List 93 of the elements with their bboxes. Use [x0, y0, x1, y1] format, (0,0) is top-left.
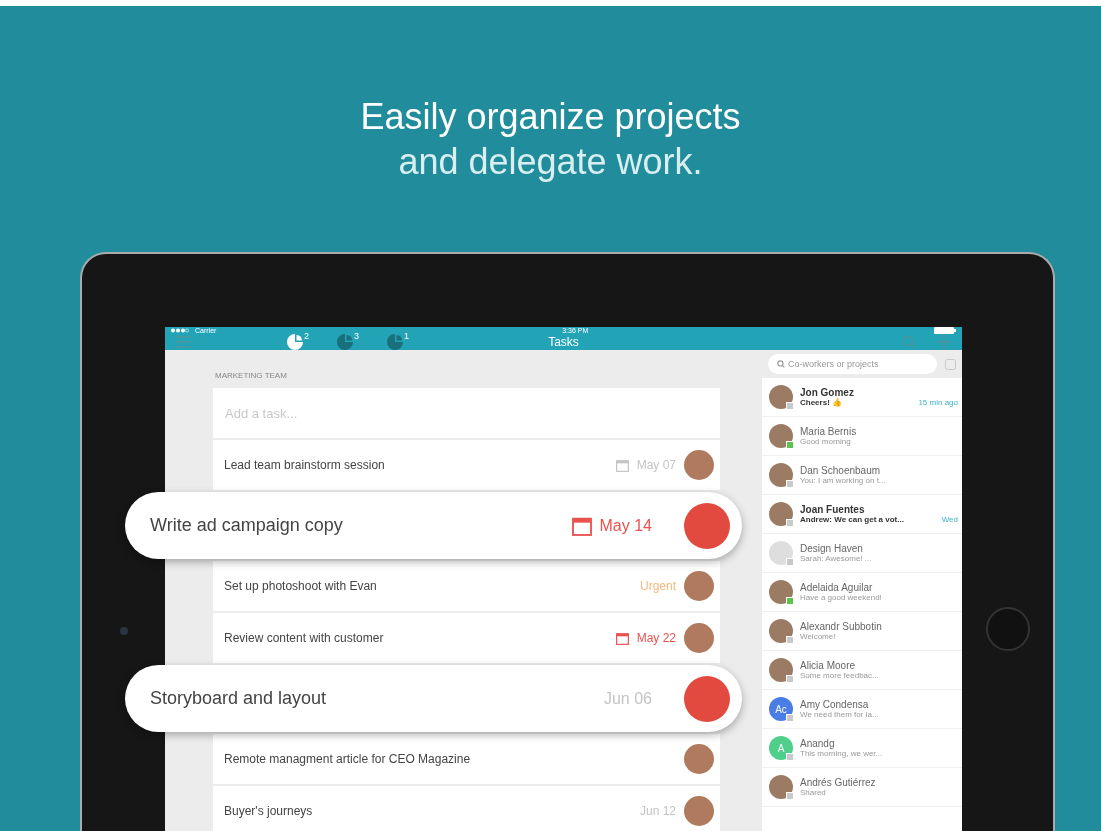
pie-chart-icon: [387, 334, 404, 350]
message-preview: This morning, we wer...: [800, 749, 883, 758]
avatar-photo: [684, 571, 714, 601]
message-time: Wed: [941, 515, 958, 524]
contact-name: Amy Condensa: [800, 699, 870, 710]
calendar-icon: [615, 631, 629, 645]
avatar-photo: [769, 463, 793, 487]
contact-name: Andrés Gutiérrez: [800, 777, 877, 788]
task-title: Review content with customer: [224, 631, 384, 645]
chat-item[interactable]: Maria Bernis Good morning: [762, 417, 962, 456]
avatar: A: [769, 736, 793, 760]
battery-icon: [934, 327, 956, 334]
message-preview: Sarah: Awesome! ...: [800, 554, 872, 563]
due-date: Jun 12: [639, 804, 676, 818]
message-preview: Welcome!: [800, 632, 836, 641]
tab-count: 1: [404, 331, 410, 341]
chat-item[interactable]: Andrés Gutiérrez Shared: [762, 768, 962, 807]
chat-item[interactable]: Design Haven Sarah: Awesome! ...: [762, 534, 962, 573]
avatar-photo: [684, 796, 714, 826]
due-date: May 07: [636, 458, 676, 472]
due-date: May 14: [599, 516, 652, 535]
task-title: Storyboard and layout: [150, 688, 327, 709]
add-icon[interactable]: [936, 334, 952, 350]
avatar: Ac: [769, 697, 793, 721]
tab-count: 3: [354, 331, 360, 341]
message-preview: We need them for la...: [800, 710, 879, 719]
chat-item[interactable]: Alexandr Subbotin Welcome!: [762, 612, 962, 651]
pie-chart-icon: [287, 334, 303, 350]
contact-name: Adelaida Aguilar: [800, 582, 874, 593]
due-date: May 22: [636, 631, 676, 645]
task-row[interactable]: Review content with customer May 22: [213, 613, 720, 663]
message-preview: Have a good weekend!: [800, 593, 882, 602]
chat-item[interactable]: Ac Amy Condensa We need them for la...: [762, 690, 962, 729]
screen-title: Tasks: [547, 335, 580, 349]
task-title: Lead team brainstorm session: [224, 458, 385, 472]
filter-icon[interactable]: [945, 358, 956, 370]
highlighted-task-card[interactable]: Write ad campaign copy May 14: [125, 492, 742, 559]
chat-item[interactable]: Adelaida Aguilar Have a good weekend!: [762, 573, 962, 612]
task-row[interactable]: Buyer's journeys Jun 12: [213, 786, 720, 831]
task-title: Write ad campaign copy: [150, 515, 343, 536]
chat-item[interactable]: A Anandg This morning, we wer...: [762, 729, 962, 768]
contact-name: Jon Gomez: [800, 387, 855, 398]
avatar-photo: [769, 619, 793, 643]
contact-name: Maria Bernis: [800, 426, 858, 437]
search-icon: [777, 360, 785, 368]
message-preview: Some more feedbac...: [800, 671, 879, 680]
task-title: Set up photoshoot with Evan: [224, 579, 377, 593]
chat-item[interactable]: Jon Gomez Cheers! 👍 15 min ago: [762, 378, 962, 417]
section-label: MARKETING TEAM: [215, 371, 288, 380]
task-row[interactable]: Lead team brainstorm session May 07: [213, 440, 720, 490]
contact-name: Joan Fuentes: [800, 504, 866, 515]
camera-icon: [119, 627, 128, 635]
message-time: 15 min ago: [918, 398, 958, 407]
avatar-photo: [769, 424, 793, 448]
chat-item[interactable]: Joan Fuentes Andrew: We can get a vot... Wed: [762, 495, 962, 534]
message-preview: Shared: [800, 788, 826, 797]
chat-item[interactable]: Alicia Moore Some more feedbac...: [762, 651, 962, 690]
due-date: Jun 06: [603, 689, 652, 708]
task-title: Buyer's journeys: [224, 804, 313, 818]
avatar-photo: [769, 385, 793, 409]
task-title: Remote managment article for CEO Magazine: [224, 752, 471, 766]
contact-name: Anandg: [800, 738, 836, 749]
pie-chart-icon: [337, 334, 353, 350]
headline: Easily organize projects: [360, 96, 741, 138]
subheadline: and delegate work.: [398, 140, 703, 184]
avatar-photo: [684, 502, 730, 549]
avatar-photo: [684, 744, 714, 774]
tab-count: 2: [304, 331, 309, 341]
contact-name: Alexandr Subbotin: [800, 621, 883, 632]
contact-name: Design Haven: [800, 543, 864, 554]
contact-name: Alicia Moore: [800, 660, 857, 671]
contact-name: Dan Schoenbaum: [800, 465, 882, 476]
avatar-photo: [769, 658, 793, 682]
highlighted-task-card[interactable]: Storyboard and layout Jun 06: [125, 665, 742, 732]
search-icon[interactable]: [902, 335, 916, 349]
avatar-photo: [769, 502, 793, 526]
priority-label: Urgent: [639, 579, 676, 593]
calendar-icon: [615, 458, 629, 472]
avatar-photo: [684, 450, 714, 480]
menu-icon[interactable]: [175, 336, 191, 348]
avatar-photo: [684, 675, 730, 722]
avatar-photo: [769, 580, 793, 604]
signal-icon: [171, 328, 189, 333]
task-row[interactable]: Set up photoshoot with Evan Urgent: [213, 561, 720, 611]
message-preview: Good morning: [800, 437, 851, 446]
search-field[interactable]: Co-workers or projects: [768, 354, 937, 374]
avatar-photo: [769, 775, 793, 799]
calendar-icon: [571, 515, 592, 536]
message-preview: Cheers! 👍: [800, 398, 842, 407]
message-preview: Andrew: We can get a vot...: [800, 515, 904, 524]
home-button[interactable]: [985, 607, 1030, 651]
avatar-photo: [684, 623, 714, 653]
task-row[interactable]: Remote managment article for CEO Magazine: [213, 734, 720, 784]
